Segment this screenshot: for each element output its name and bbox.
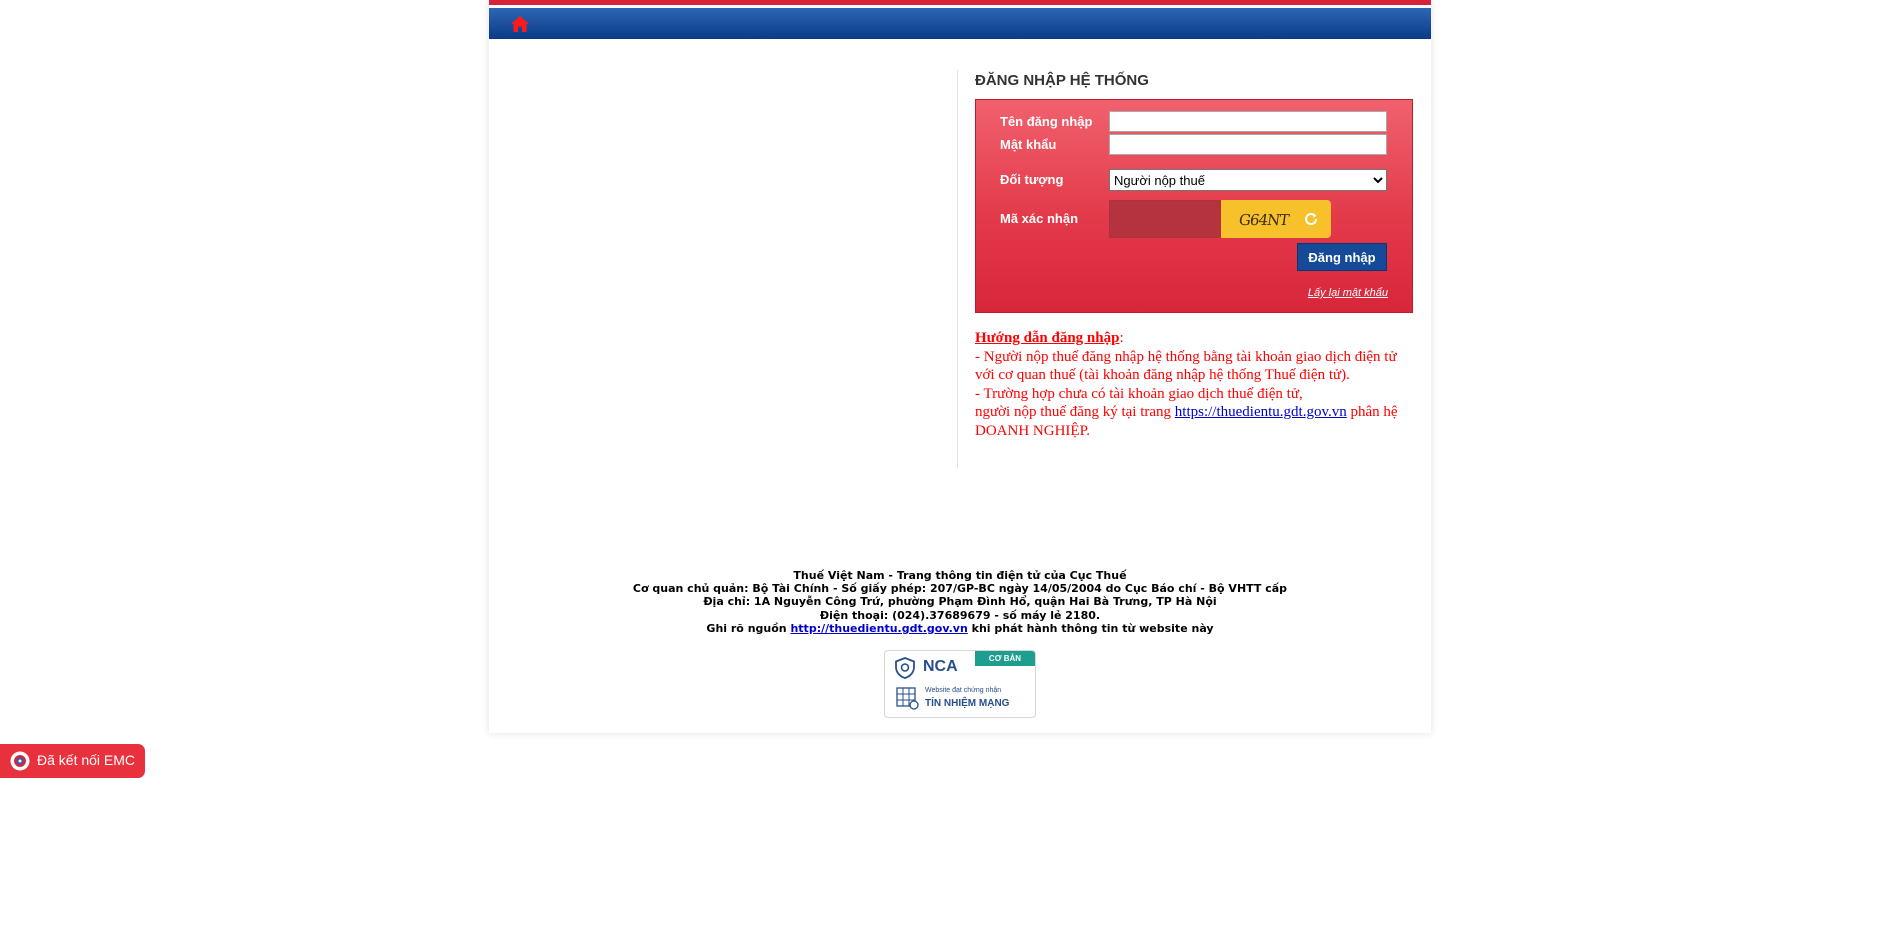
nca-big-text: TÍN NHIỆM MẠNG [925,698,1010,709]
captcha-input[interactable] [1109,200,1221,238]
footer-line-4: Điện thoại: (024).37689679 - số máy lẻ 2… [819,608,1101,622]
captcha-label: Mã xác nhận [1000,211,1079,226]
login-button[interactable]: Đăng nhập [1297,243,1387,271]
username-input[interactable] [1109,111,1387,132]
footer-line-1: Thuế Việt Nam - Trang thông tin điện tử … [793,569,1127,582]
emc-icon [10,751,30,771]
nca-logo-text: NCA [923,658,958,675]
footer-link[interactable]: http://thuedientu.gdt.gov.vn [790,622,967,635]
top-stripe [489,0,1431,5]
login-title: ĐĂNG NHẬP HỆ THỐNG [975,72,1149,89]
captcha-image: G64NT [1221,200,1331,238]
footer-line-2: Cơ quan chủ quản: Bộ Tài Chính - Số giấy… [632,582,1288,596]
emc-connection-badge[interactable]: Đã kết nối EMC [0,744,145,778]
username-label: Tên đăng nhập [1000,114,1093,129]
footer: Thuế Việt Nam - Trang thông tin điện tử … [489,569,1431,635]
column-divider [957,70,958,468]
login-guide: Hướng dẫn đăng nhập: - Người nộp thuế đă… [975,330,1398,439]
navbar [489,8,1431,39]
guide-line-3-before: người nộp thuế đăng ký tại trang [975,404,1172,420]
role-label: Đối tượng [1000,172,1064,187]
footer-line-3: Địa chỉ: 1A Nguyễn Công Trứ, phường Phạm… [703,595,1217,609]
refresh-icon[interactable] [1303,211,1319,227]
emc-label: Đã kết nối EMC [37,752,136,768]
network-grid-icon [895,686,919,715]
nca-level-tag: CƠ BẢN [975,651,1035,666]
forgot-password-link[interactable]: Lấy lại mật khẩu [1308,287,1388,299]
home-icon[interactable] [510,14,530,34]
guide-link[interactable]: https://thuedientu.gdt.gov.vn [1175,404,1347,420]
password-input[interactable] [1109,134,1387,155]
nca-small-text: Website đạt chứng nhận [925,687,1002,694]
footer-source-after: khi phát hành thông tin từ website này [971,621,1214,635]
guide-line-1: - Người nộp thuế đăng nhập hệ thống bằng… [975,348,1397,384]
footer-source-before: Ghi rõ nguồn [706,621,787,635]
guide-title[interactable]: Hướng dẫn đăng nhập [975,330,1119,346]
footer-line-5: Ghi rõ nguồn http://thuedientu.gdt.gov.v… [489,622,1431,635]
login-form: Tên đăng nhập Mật khẩu Đối tượng Người n… [975,99,1413,313]
role-select[interactable]: Người nộp thuế [1109,169,1387,191]
guide-line-2: - Trường hợp chưa có tài khoản giao dịch… [975,385,1303,402]
page-container: ĐĂNG NHẬP HỆ THỐNG Tên đăng nhập Mật khẩ… [489,0,1431,733]
nca-trust-badge[interactable]: NCA CƠ BẢN Website đạt chứng nhận TÍN NH… [884,650,1036,718]
shield-icon [893,656,917,685]
password-label: Mật khẩu [1000,137,1057,152]
captcha-text: G64NT [1237,211,1290,229]
